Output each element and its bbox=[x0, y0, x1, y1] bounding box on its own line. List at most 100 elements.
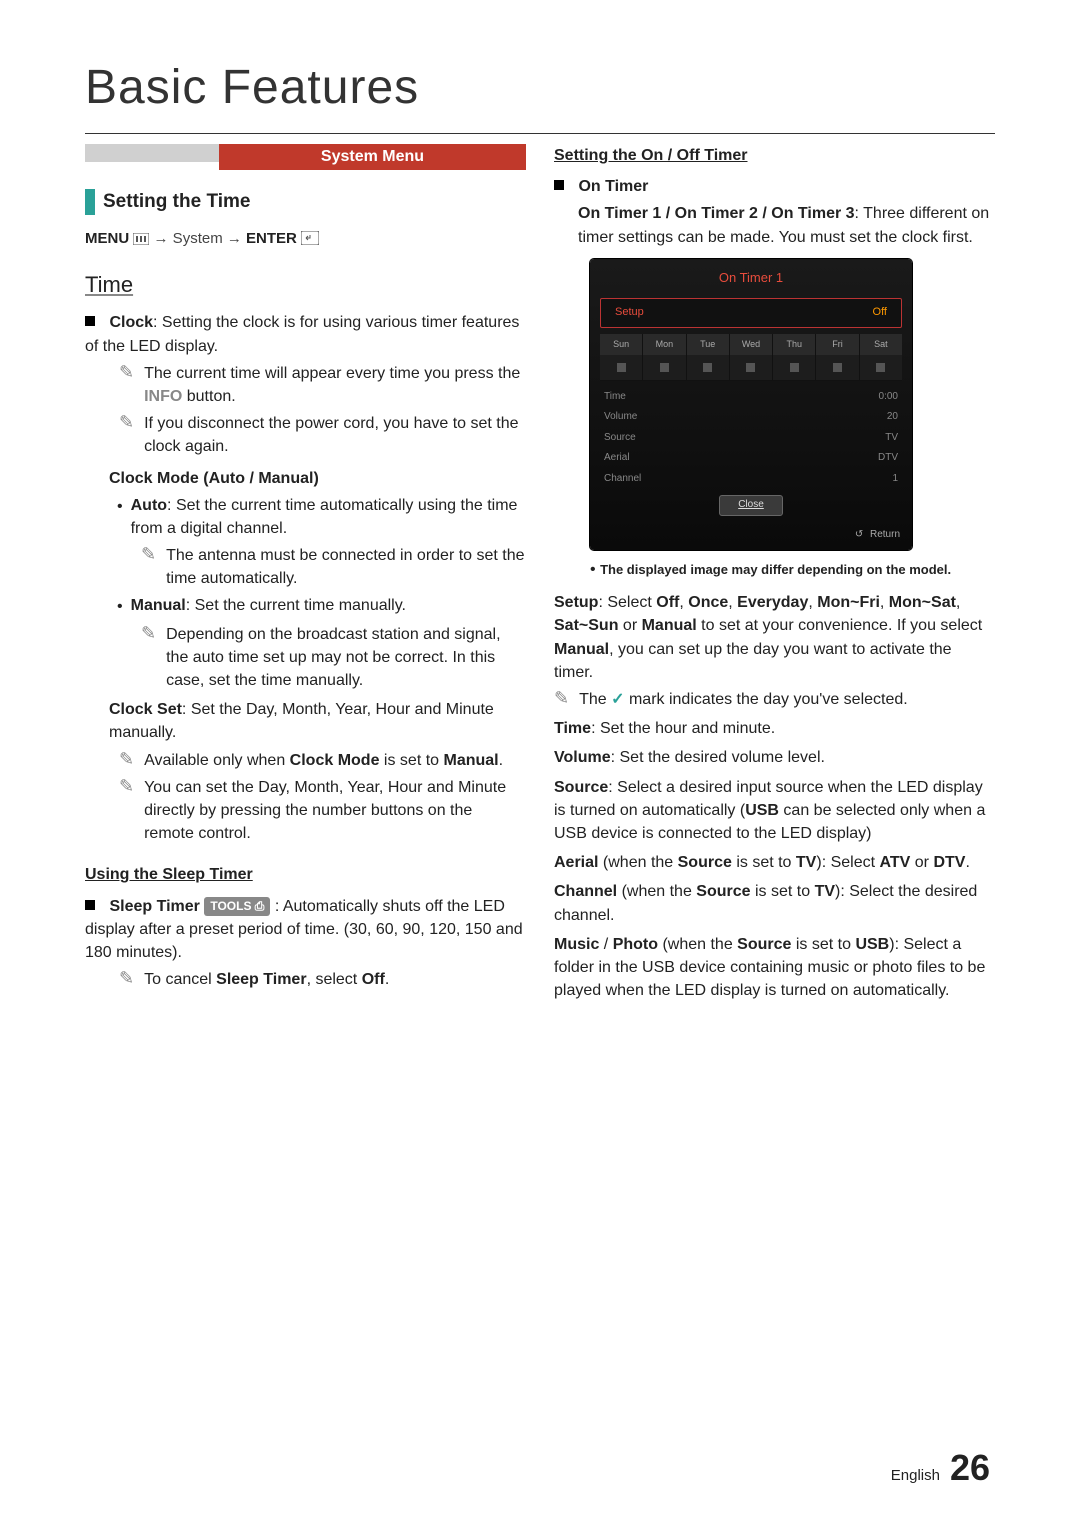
ch-t1: (when the bbox=[617, 883, 696, 900]
disclaimer: The displayed image may differ depending… bbox=[600, 562, 951, 577]
time-txt: : Set the hour and minute. bbox=[591, 720, 775, 737]
cs-n1d: Manual bbox=[444, 752, 499, 769]
osd-row-label: Aerial bbox=[604, 451, 630, 466]
square-bullet-icon bbox=[554, 180, 564, 190]
on-timer-label-row: On Timer bbox=[554, 175, 995, 198]
osd-row-source[interactable]: SourceTV bbox=[590, 428, 912, 449]
osd-footer: ↺ Return bbox=[590, 522, 912, 551]
osd-day-check[interactable] bbox=[642, 355, 685, 381]
osd-row-aerial[interactable]: AerialDTV bbox=[590, 448, 912, 469]
osd-day: Mon bbox=[642, 334, 685, 355]
clock-set-label: Clock Set bbox=[109, 701, 182, 718]
music-para: Music / Photo (when the Source is set to… bbox=[554, 933, 995, 1003]
sleep-note: ✎ To cancel Sleep Timer, select Off. bbox=[119, 968, 526, 991]
mu-t2: is set to bbox=[791, 936, 855, 953]
osd-row-channel[interactable]: Channel1 bbox=[590, 469, 912, 490]
osd-day: Tue bbox=[686, 334, 729, 355]
src-b: Source bbox=[554, 779, 608, 796]
note-text: If you disconnect the power cord, you ha… bbox=[144, 412, 526, 458]
close-button[interactable]: Close bbox=[719, 495, 783, 516]
enter-label: ENTER bbox=[246, 230, 297, 247]
ch-tv: TV bbox=[815, 883, 835, 900]
menu-icon bbox=[133, 230, 149, 252]
note-icon: ✎ bbox=[554, 689, 569, 711]
square-bullet-icon bbox=[85, 900, 95, 910]
manual-bullet: • Manual: Set the current time manually. bbox=[117, 594, 526, 618]
dot-icon: • bbox=[590, 561, 596, 578]
note-text: The current time will appear every time … bbox=[144, 362, 526, 408]
osd-day: Sun bbox=[600, 334, 642, 355]
osd-title: On Timer 1 bbox=[590, 259, 912, 298]
osd-row-time[interactable]: Time0:00 bbox=[590, 387, 912, 408]
sleep-line: Sleep Timer TOOLS ⎙ : Automatically shut… bbox=[85, 898, 523, 961]
return-label[interactable]: Return bbox=[870, 529, 900, 540]
so-ms: Mon~Sat bbox=[889, 594, 956, 611]
auto-text: : Set the current time automatically usi… bbox=[131, 497, 518, 537]
auto-label: Auto bbox=[131, 497, 167, 514]
note-text: The ✓ mark indicates the day you've sele… bbox=[579, 688, 995, 711]
setup-b: Setup bbox=[554, 594, 598, 611]
auto-line: Auto: Set the current time automatically… bbox=[131, 494, 526, 540]
mu-t1: (when the bbox=[658, 936, 737, 953]
manual-text: : Set the current time manually. bbox=[186, 597, 406, 614]
auto-note: ✎ The antenna must be connected in order… bbox=[141, 544, 526, 590]
osd-day-check[interactable] bbox=[729, 355, 772, 381]
checkbox-icon bbox=[876, 363, 885, 372]
aer-tv: TV bbox=[796, 854, 816, 871]
check-note: ✎ The ✓ mark indicates the day you've se… bbox=[554, 688, 995, 711]
clock-mode-heading: Clock Mode (Auto / Manual) bbox=[109, 467, 526, 490]
note-icon: ✎ bbox=[119, 363, 134, 408]
onoff-heading: Setting the On / Off Timer bbox=[554, 144, 995, 167]
note-icon: ✎ bbox=[141, 545, 156, 590]
cs-n1e: . bbox=[499, 752, 503, 769]
checkbox-icon bbox=[746, 363, 755, 372]
sleep-bullet: Sleep Timer TOOLS ⎙ : Automatically shut… bbox=[85, 895, 526, 965]
so-man: Manual bbox=[642, 617, 697, 634]
menu-path: MENU → System → ENTER bbox=[85, 228, 526, 252]
time-heading: Time bbox=[85, 269, 526, 301]
aer-b: Aerial bbox=[554, 854, 598, 871]
note-text: You can set the Day, Month, Year, Hour a… bbox=[144, 776, 526, 846]
cn-a: The bbox=[579, 691, 611, 708]
sleep-timer-heading: Using the Sleep Timer bbox=[85, 863, 526, 886]
on-timer-desc: On Timer 1 / On Timer 2 / On Timer 3: Th… bbox=[578, 202, 995, 248]
note-icon: ✎ bbox=[141, 624, 156, 693]
osd-day-check[interactable] bbox=[815, 355, 858, 381]
osd-day-check[interactable] bbox=[686, 355, 729, 381]
osd-row-label: Time bbox=[604, 390, 626, 405]
osd-days-header: Sun Mon Tue Wed Thu Fri Sat bbox=[600, 334, 902, 355]
osd-setup-value: Off bbox=[873, 305, 887, 321]
osd-row-label: Channel bbox=[604, 472, 641, 487]
dot-icon: • bbox=[117, 595, 123, 618]
osd-setup-label: Setup bbox=[615, 305, 644, 321]
section-banner: System Menu bbox=[85, 144, 526, 170]
banner-gray bbox=[85, 144, 219, 162]
aer-t1: (when the bbox=[598, 854, 677, 871]
dot-icon: • bbox=[117, 495, 123, 540]
source-para: Source: Select a desired input source wh… bbox=[554, 776, 995, 846]
note-icon: ✎ bbox=[119, 750, 134, 772]
note-text: Depending on the broadcast station and s… bbox=[166, 623, 526, 693]
on-timer-label: On Timer bbox=[578, 178, 648, 195]
cs-n1b: Clock Mode bbox=[290, 752, 380, 769]
aer-atv: ATV bbox=[880, 854, 911, 871]
on-timer-bold: On Timer 1 / On Timer 2 / On Timer 3 bbox=[578, 205, 855, 222]
osd-row-volume[interactable]: Volume20 bbox=[590, 407, 912, 428]
check-icon: ✓ bbox=[611, 691, 624, 708]
osd-close-row: Close bbox=[590, 495, 912, 516]
so-mf: Mon~Fri bbox=[817, 594, 880, 611]
osd-setup-row[interactable]: Setup Off bbox=[600, 298, 902, 328]
clock-label: Clock bbox=[109, 314, 153, 331]
osd-day-check[interactable] bbox=[859, 355, 902, 381]
page-title: Basic Features bbox=[85, 60, 995, 115]
osd-day-check[interactable] bbox=[600, 355, 642, 381]
osd-day: Wed bbox=[729, 334, 772, 355]
aerial-para: Aerial (when the Source is set to TV): S… bbox=[554, 851, 995, 874]
auto-bullet: • Auto: Set the current time automatical… bbox=[117, 494, 526, 540]
osd-days-checkboxes bbox=[600, 355, 902, 381]
tools-label: TOOLS bbox=[210, 899, 251, 913]
osd-day-check[interactable] bbox=[772, 355, 815, 381]
note-icon: ✎ bbox=[119, 413, 134, 458]
two-column-layout: System Menu Setting the Time MENU → Syst… bbox=[85, 144, 995, 1002]
clock-set-line: Clock Set: Set the Day, Month, Year, Hou… bbox=[109, 698, 526, 744]
